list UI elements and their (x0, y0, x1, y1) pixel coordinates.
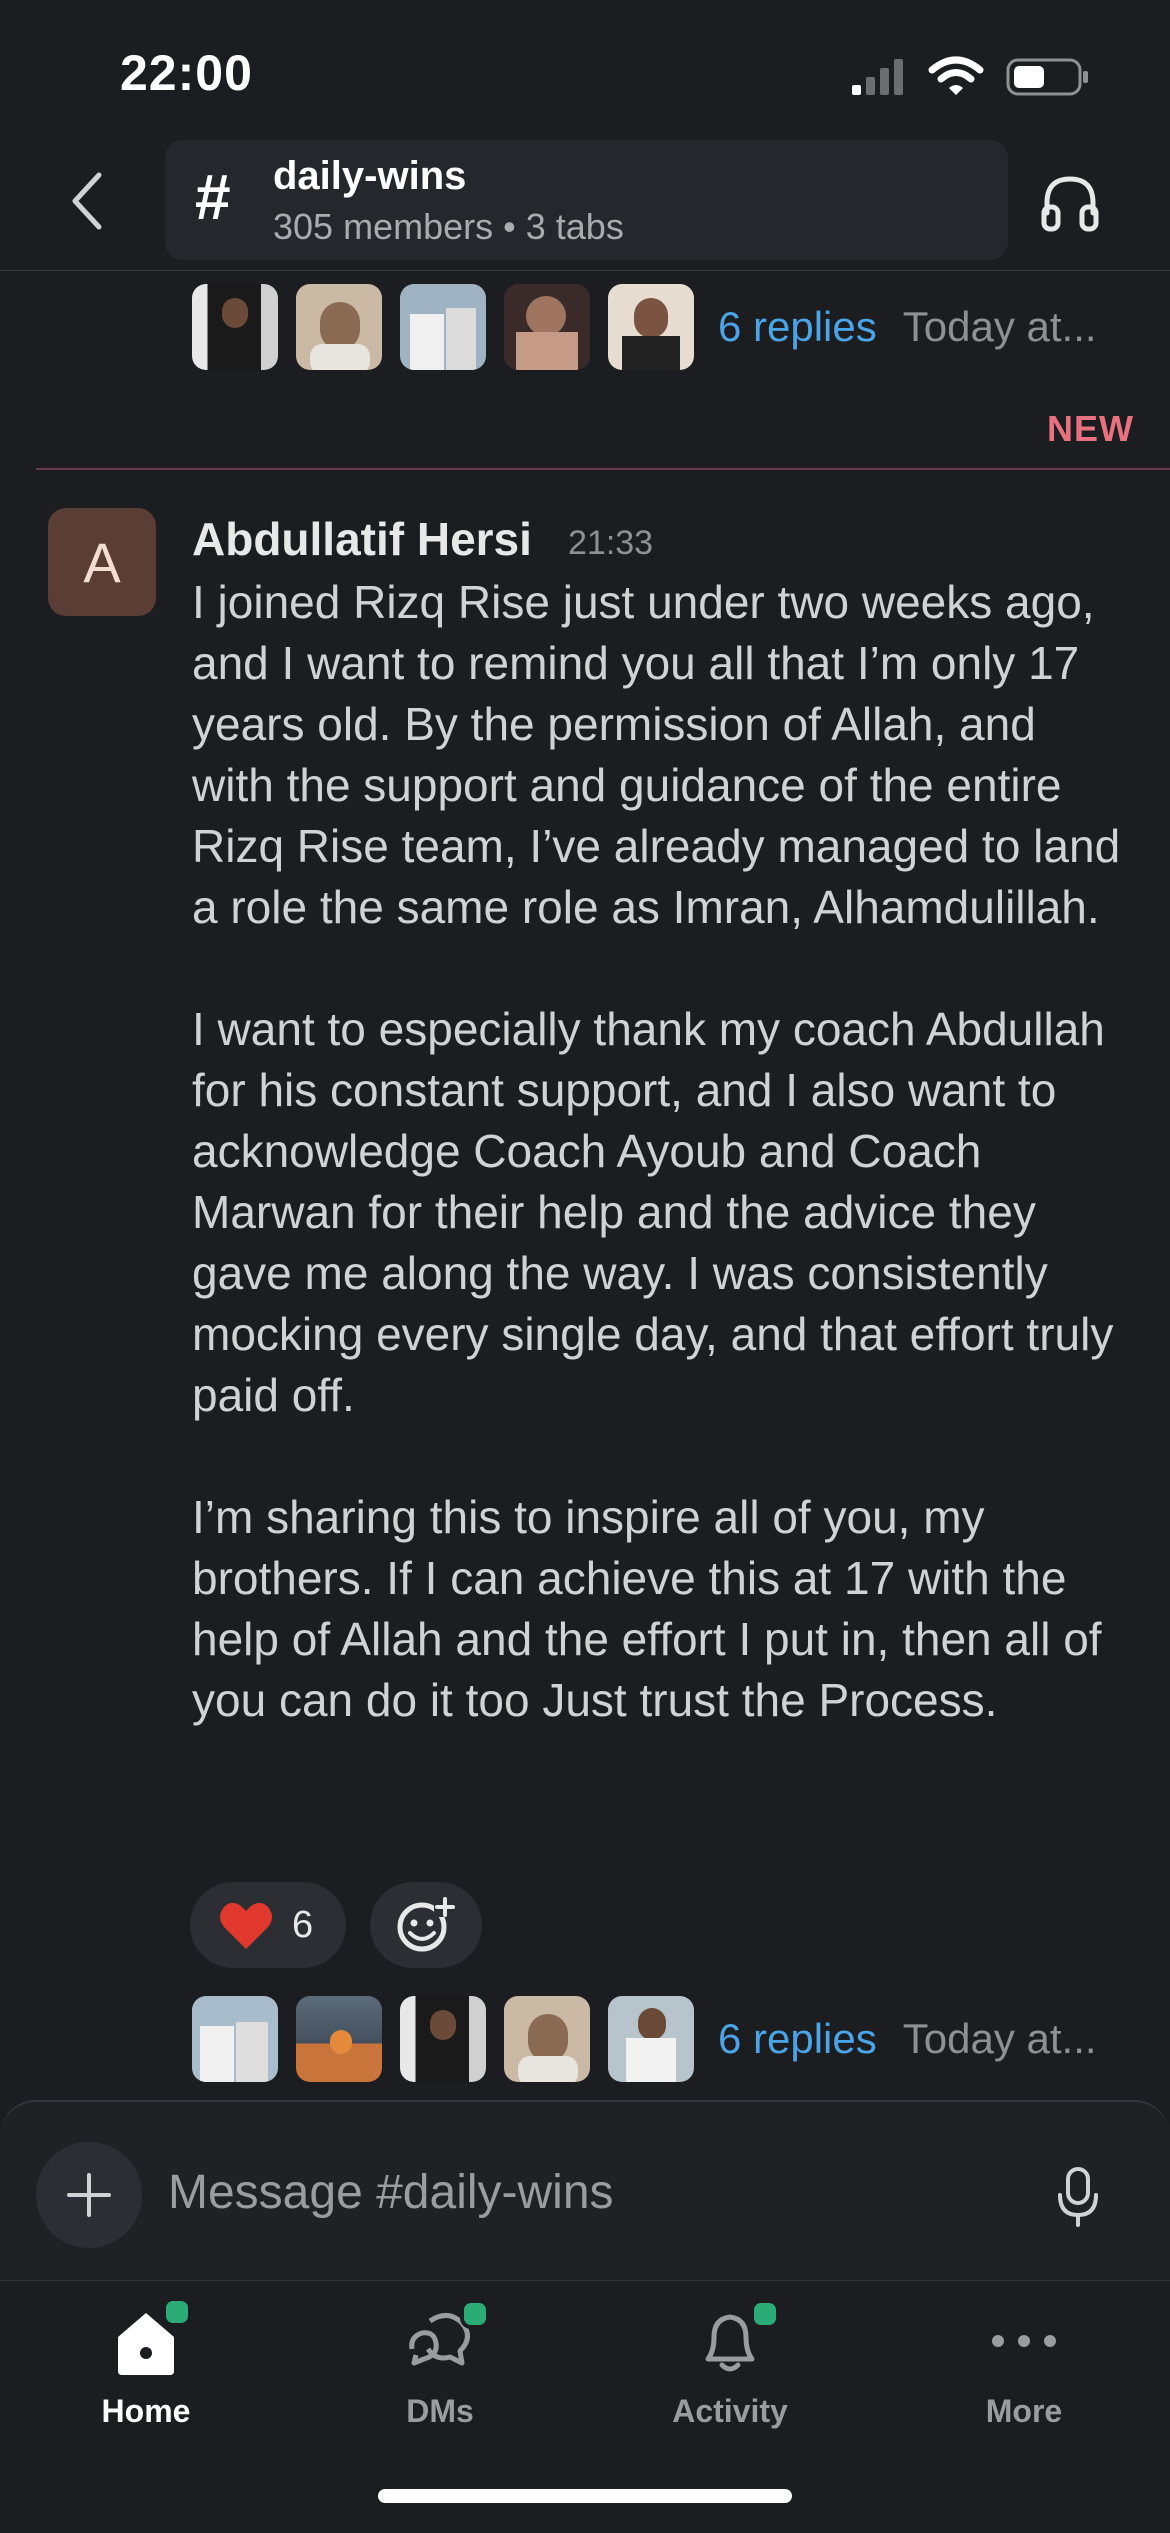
member-count: 305 members (273, 206, 494, 247)
back-button[interactable] (62, 166, 112, 236)
battery-icon (1006, 58, 1088, 96)
participant-avatar (504, 1996, 590, 2082)
channel-header: # daily-wins 305 members • 3 tabs (0, 140, 1170, 271)
thread-participant-avatars (192, 1996, 694, 2082)
channel-name: daily-wins (273, 154, 467, 198)
tab-label: Activity (672, 2393, 788, 2429)
author-avatar[interactable]: A (48, 508, 156, 616)
message-paragraph: I joined Rizq Rise just under two weeks … (192, 576, 1121, 933)
tab-label: Home (101, 2393, 191, 2429)
more-dots-icon (992, 2335, 1056, 2347)
tab-activity[interactable]: Activity (630, 2299, 830, 2461)
tab-dms[interactable]: DMs (340, 2299, 540, 2461)
reaction-count: 6 (292, 1903, 314, 1946)
tab-count: 3 tabs (525, 206, 624, 247)
wifi-icon (928, 56, 984, 95)
participant-avatar (296, 284, 382, 370)
thread-summary[interactable]: 6 replies Today at... (192, 284, 1097, 370)
heart-icon (220, 1902, 272, 1949)
channel-hash-icon: # (195, 161, 231, 233)
presence-dot (460, 2299, 490, 2329)
meta-separator: • (503, 206, 516, 247)
add-reaction-button[interactable] (370, 1882, 482, 1968)
attach-button[interactable] (36, 2142, 142, 2248)
participant-avatar (400, 284, 486, 370)
thread-replies-link[interactable]: 6 replies (718, 303, 877, 351)
huddle-button[interactable] (1030, 164, 1110, 244)
tab-label: More (985, 2393, 1063, 2429)
headphones-icon (1041, 176, 1099, 232)
participant-avatar (192, 284, 278, 370)
thread-participant-avatars (192, 284, 694, 370)
add-emoji-icon (397, 1897, 456, 1952)
cellular-signal-icon (852, 59, 903, 95)
tab-label: DMs (406, 2393, 474, 2429)
home-indicator (378, 2489, 792, 2503)
thread-replies-link[interactable]: 6 replies (718, 2015, 877, 2063)
thread-last-reply-time: Today at... (902, 303, 1097, 350)
microphone-icon (1058, 2167, 1098, 2227)
presence-dot (750, 2299, 780, 2329)
participant-avatar (608, 1996, 694, 2082)
tab-more[interactable]: More (924, 2301, 1124, 2461)
message-body: I joined Rizq Rise just under two weeks … (192, 572, 1122, 1731)
new-messages-label: NEW (1047, 408, 1134, 449)
message-paragraph: I’m sharing this to inspire all of you, … (192, 1491, 1102, 1726)
heart-reaction[interactable]: 6 (190, 1882, 346, 1968)
status-icons (850, 56, 1090, 98)
thread-summary[interactable]: 6 replies Today at... (192, 1996, 1097, 2082)
participant-avatar (504, 284, 590, 370)
tab-home[interactable]: Home (46, 2297, 246, 2461)
participant-avatar (192, 1996, 278, 2082)
message-paragraph: I want to especially thank my coach Abdu… (192, 1003, 1114, 1421)
chevron-left-icon (72, 172, 102, 230)
participant-avatar (296, 1996, 382, 2082)
thread-last-reply-time: Today at... (902, 2015, 1097, 2062)
plus-icon (67, 2173, 111, 2217)
presence-dot (162, 2297, 192, 2327)
participant-avatar (400, 1996, 486, 2082)
message-composer: Message #daily-wins (0, 2100, 1170, 2282)
tab-bar: Home DMs Activity More (0, 2280, 1170, 2533)
voice-message-button[interactable] (1048, 2162, 1108, 2232)
message-timestamp: 21:33 (568, 524, 654, 562)
message-author[interactable]: Abdullatif Hersi (192, 512, 532, 566)
participant-avatar (608, 284, 694, 370)
channel-meta: 305 members • 3 tabs (273, 206, 624, 248)
new-messages-divider (36, 468, 1170, 470)
message-input[interactable]: Message #daily-wins (168, 2158, 988, 2228)
channel-info-button[interactable]: # daily-wins 305 members • 3 tabs (165, 140, 1008, 260)
status-time: 22:00 (120, 45, 253, 101)
status-bar: 22:00 (0, 0, 1170, 140)
